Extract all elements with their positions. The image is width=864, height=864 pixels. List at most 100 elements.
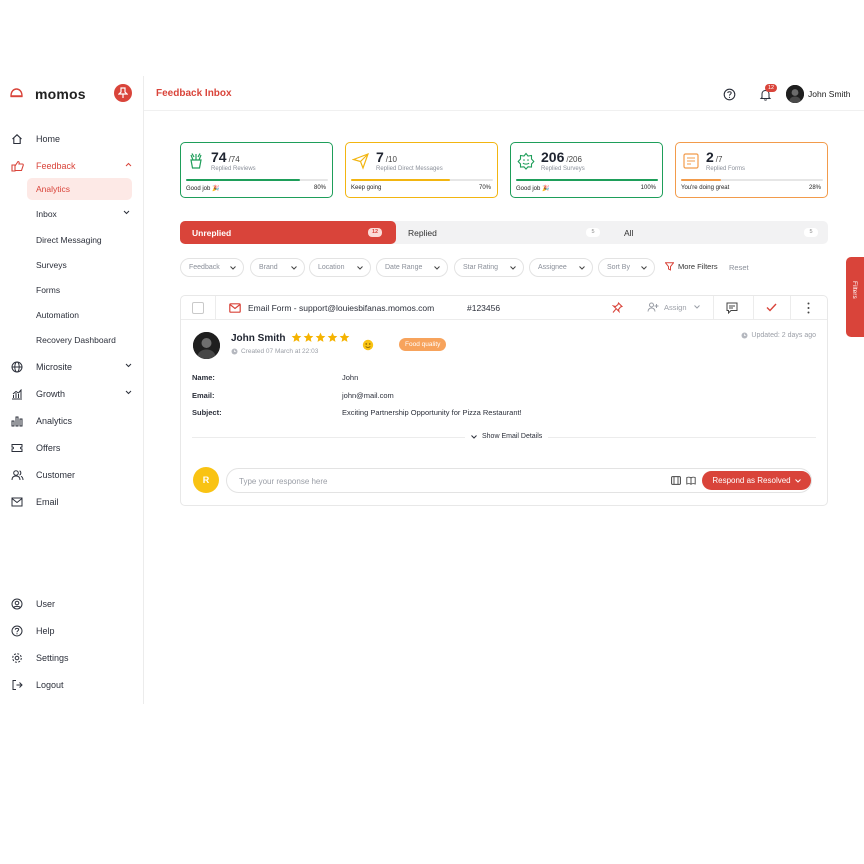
sidebar-subitem-inbox[interactable]: Inbox bbox=[27, 203, 132, 225]
brand-logo[interactable]: momos bbox=[10, 84, 134, 106]
user-icon bbox=[10, 597, 24, 611]
filter-label: Sort By bbox=[607, 264, 630, 271]
sidebar-item-logout[interactable]: Logout bbox=[10, 674, 134, 696]
sidebar-subitem-recovery-dashboard[interactable]: Recovery Dashboard bbox=[27, 329, 132, 351]
stat-card-direct-messages[interactable]: 7/10 Replied Direct Messages Keep going … bbox=[345, 142, 498, 198]
sidebar-subitem-label: Analytics bbox=[36, 184, 71, 194]
user-name[interactable]: John Smith bbox=[808, 89, 851, 99]
sidebar-item-label: Feedback bbox=[36, 161, 76, 171]
sidebar-subitem-automation[interactable]: Automation bbox=[27, 304, 132, 326]
sidebar-item-label: Analytics bbox=[36, 416, 73, 426]
filter-label: Star Rating bbox=[463, 264, 499, 271]
template-icon[interactable] bbox=[671, 476, 681, 485]
respond-as-resolved-button[interactable]: Respond as Resolved bbox=[702, 471, 811, 490]
user-avatar[interactable] bbox=[786, 85, 804, 103]
more-options-icon[interactable] bbox=[807, 302, 810, 314]
sidebar-item-customer[interactable]: Customer bbox=[10, 464, 134, 486]
sidebar-item-email[interactable]: Email bbox=[10, 491, 134, 513]
comment-icon[interactable] bbox=[726, 302, 738, 314]
stat-card-reviews[interactable]: 74/74 Replied Reviews Good job 🎉 80% bbox=[180, 142, 333, 198]
sidebar-item-feedback[interactable]: Feedback bbox=[10, 155, 134, 177]
stat-label: Replied Reviews bbox=[211, 166, 256, 172]
tab-label: All bbox=[624, 227, 634, 238]
field-label-subject: Subject: bbox=[192, 408, 222, 417]
filter-brand[interactable]: Brand bbox=[250, 258, 305, 277]
feedback-card[interactable]: Email Form - support@louiesbifanas.momos… bbox=[180, 295, 828, 506]
email-icon bbox=[10, 495, 24, 509]
help-circle-icon[interactable] bbox=[723, 88, 736, 101]
divider bbox=[215, 296, 216, 320]
filter-location[interactable]: Location bbox=[309, 258, 371, 277]
sidebar-item-analytics[interactable]: Analytics bbox=[10, 410, 134, 432]
chevron-down-icon bbox=[123, 210, 130, 215]
tab-unreplied[interactable]: Unreplied 12 bbox=[180, 221, 396, 244]
reset-filters-button[interactable]: Reset bbox=[729, 263, 749, 272]
chevron-down-icon bbox=[230, 266, 236, 270]
inbox-tabs: Unreplied 12 Replied 5 All 5 bbox=[180, 221, 828, 244]
filter-label: Assignee bbox=[538, 264, 567, 271]
book-icon[interactable] bbox=[686, 476, 696, 485]
sidebar-subitem-analytics[interactable]: Analytics bbox=[27, 178, 132, 200]
tag-food-quality[interactable]: Food quality bbox=[399, 338, 447, 351]
filter-assignee[interactable]: Assignee bbox=[529, 258, 593, 277]
stat-card-surveys[interactable]: 206/206 Replied Surveys Good job 🎉 100% bbox=[510, 142, 663, 198]
sidebar-subitem-forms[interactable]: Forms bbox=[27, 279, 132, 301]
sidebar-item-help[interactable]: Help bbox=[10, 620, 134, 642]
more-filters-button[interactable]: More Filters bbox=[665, 262, 718, 271]
sidebar-subitem-direct-messaging[interactable]: Direct Messaging bbox=[27, 229, 132, 251]
tab-all[interactable]: All 5 bbox=[624, 221, 824, 244]
sidebar-item-growth[interactable]: Growth bbox=[10, 383, 134, 405]
stat-value: 2/7 bbox=[706, 149, 723, 165]
chevron-down-icon bbox=[794, 478, 801, 483]
tab-replied[interactable]: Replied 5 bbox=[408, 221, 604, 244]
sidebar-subitem-surveys[interactable]: Surveys bbox=[27, 254, 132, 276]
filter-date-range[interactable]: Date Range bbox=[376, 258, 448, 277]
stat-percent: 80% bbox=[313, 185, 326, 191]
reply-input[interactable] bbox=[239, 475, 639, 487]
pin-sidebar-button[interactable] bbox=[114, 84, 132, 102]
pin-icon[interactable] bbox=[612, 302, 623, 314]
respond-button-label: Respond as Resolved bbox=[712, 476, 791, 485]
sidebar-item-label: Help bbox=[36, 626, 55, 636]
star-icon bbox=[303, 332, 314, 342]
home-icon bbox=[10, 132, 24, 146]
stat-card-forms[interactable]: 2/7 Replied Forms You're doing great 28% bbox=[675, 142, 828, 198]
filter-star-rating[interactable]: Star Rating bbox=[454, 258, 524, 277]
tab-label: Unreplied bbox=[192, 227, 232, 238]
star-icon bbox=[315, 332, 326, 342]
check-icon[interactable] bbox=[766, 303, 777, 312]
filter-sort-by[interactable]: Sort By bbox=[598, 258, 655, 277]
filter-label: Feedback bbox=[189, 264, 220, 271]
progress-fill bbox=[186, 179, 300, 181]
assign-dropdown[interactable]: Assign bbox=[647, 302, 700, 312]
select-checkbox[interactable] bbox=[192, 302, 204, 314]
field-value-email: john@mail.com bbox=[342, 391, 394, 400]
sidebar-item-home[interactable]: Home bbox=[10, 128, 134, 150]
progress-track bbox=[516, 179, 658, 181]
sidebar-item-offers[interactable]: Offers bbox=[10, 437, 134, 459]
sidebar-item-microsite[interactable]: Microsite bbox=[10, 356, 134, 378]
star-icon bbox=[327, 332, 338, 342]
sidebar-subitem-label: Automation bbox=[36, 310, 79, 320]
sidebar-item-label: Home bbox=[36, 134, 61, 144]
chevron-down-icon bbox=[579, 266, 585, 270]
progress-track bbox=[351, 179, 493, 181]
sidebar-item-user[interactable]: User bbox=[10, 593, 134, 615]
chevron-down-icon bbox=[693, 305, 700, 309]
side-filters-tab[interactable]: Filters bbox=[846, 257, 864, 337]
notification-badge: 12 bbox=[765, 84, 777, 92]
sidebar-item-settings[interactable]: Settings bbox=[10, 647, 134, 669]
tab-count: 5 bbox=[804, 228, 818, 237]
clock-icon bbox=[231, 348, 238, 355]
filter-feedback[interactable]: Feedback bbox=[180, 258, 244, 277]
settings-icon bbox=[10, 651, 24, 665]
feedback-card-header: Email Form - support@louiesbifanas.momos… bbox=[181, 296, 827, 320]
filter-label: Date Range bbox=[385, 264, 423, 271]
show-email-details-toggle[interactable]: Show Email Details bbox=[465, 433, 549, 440]
tab-count: 5 bbox=[586, 228, 600, 237]
show-details-label: Show Email Details bbox=[482, 433, 543, 440]
divider bbox=[790, 296, 791, 320]
feedback-id: #123456 bbox=[467, 303, 501, 313]
progress-fill bbox=[681, 179, 721, 181]
sidebar-item-label: Logout bbox=[36, 680, 64, 690]
